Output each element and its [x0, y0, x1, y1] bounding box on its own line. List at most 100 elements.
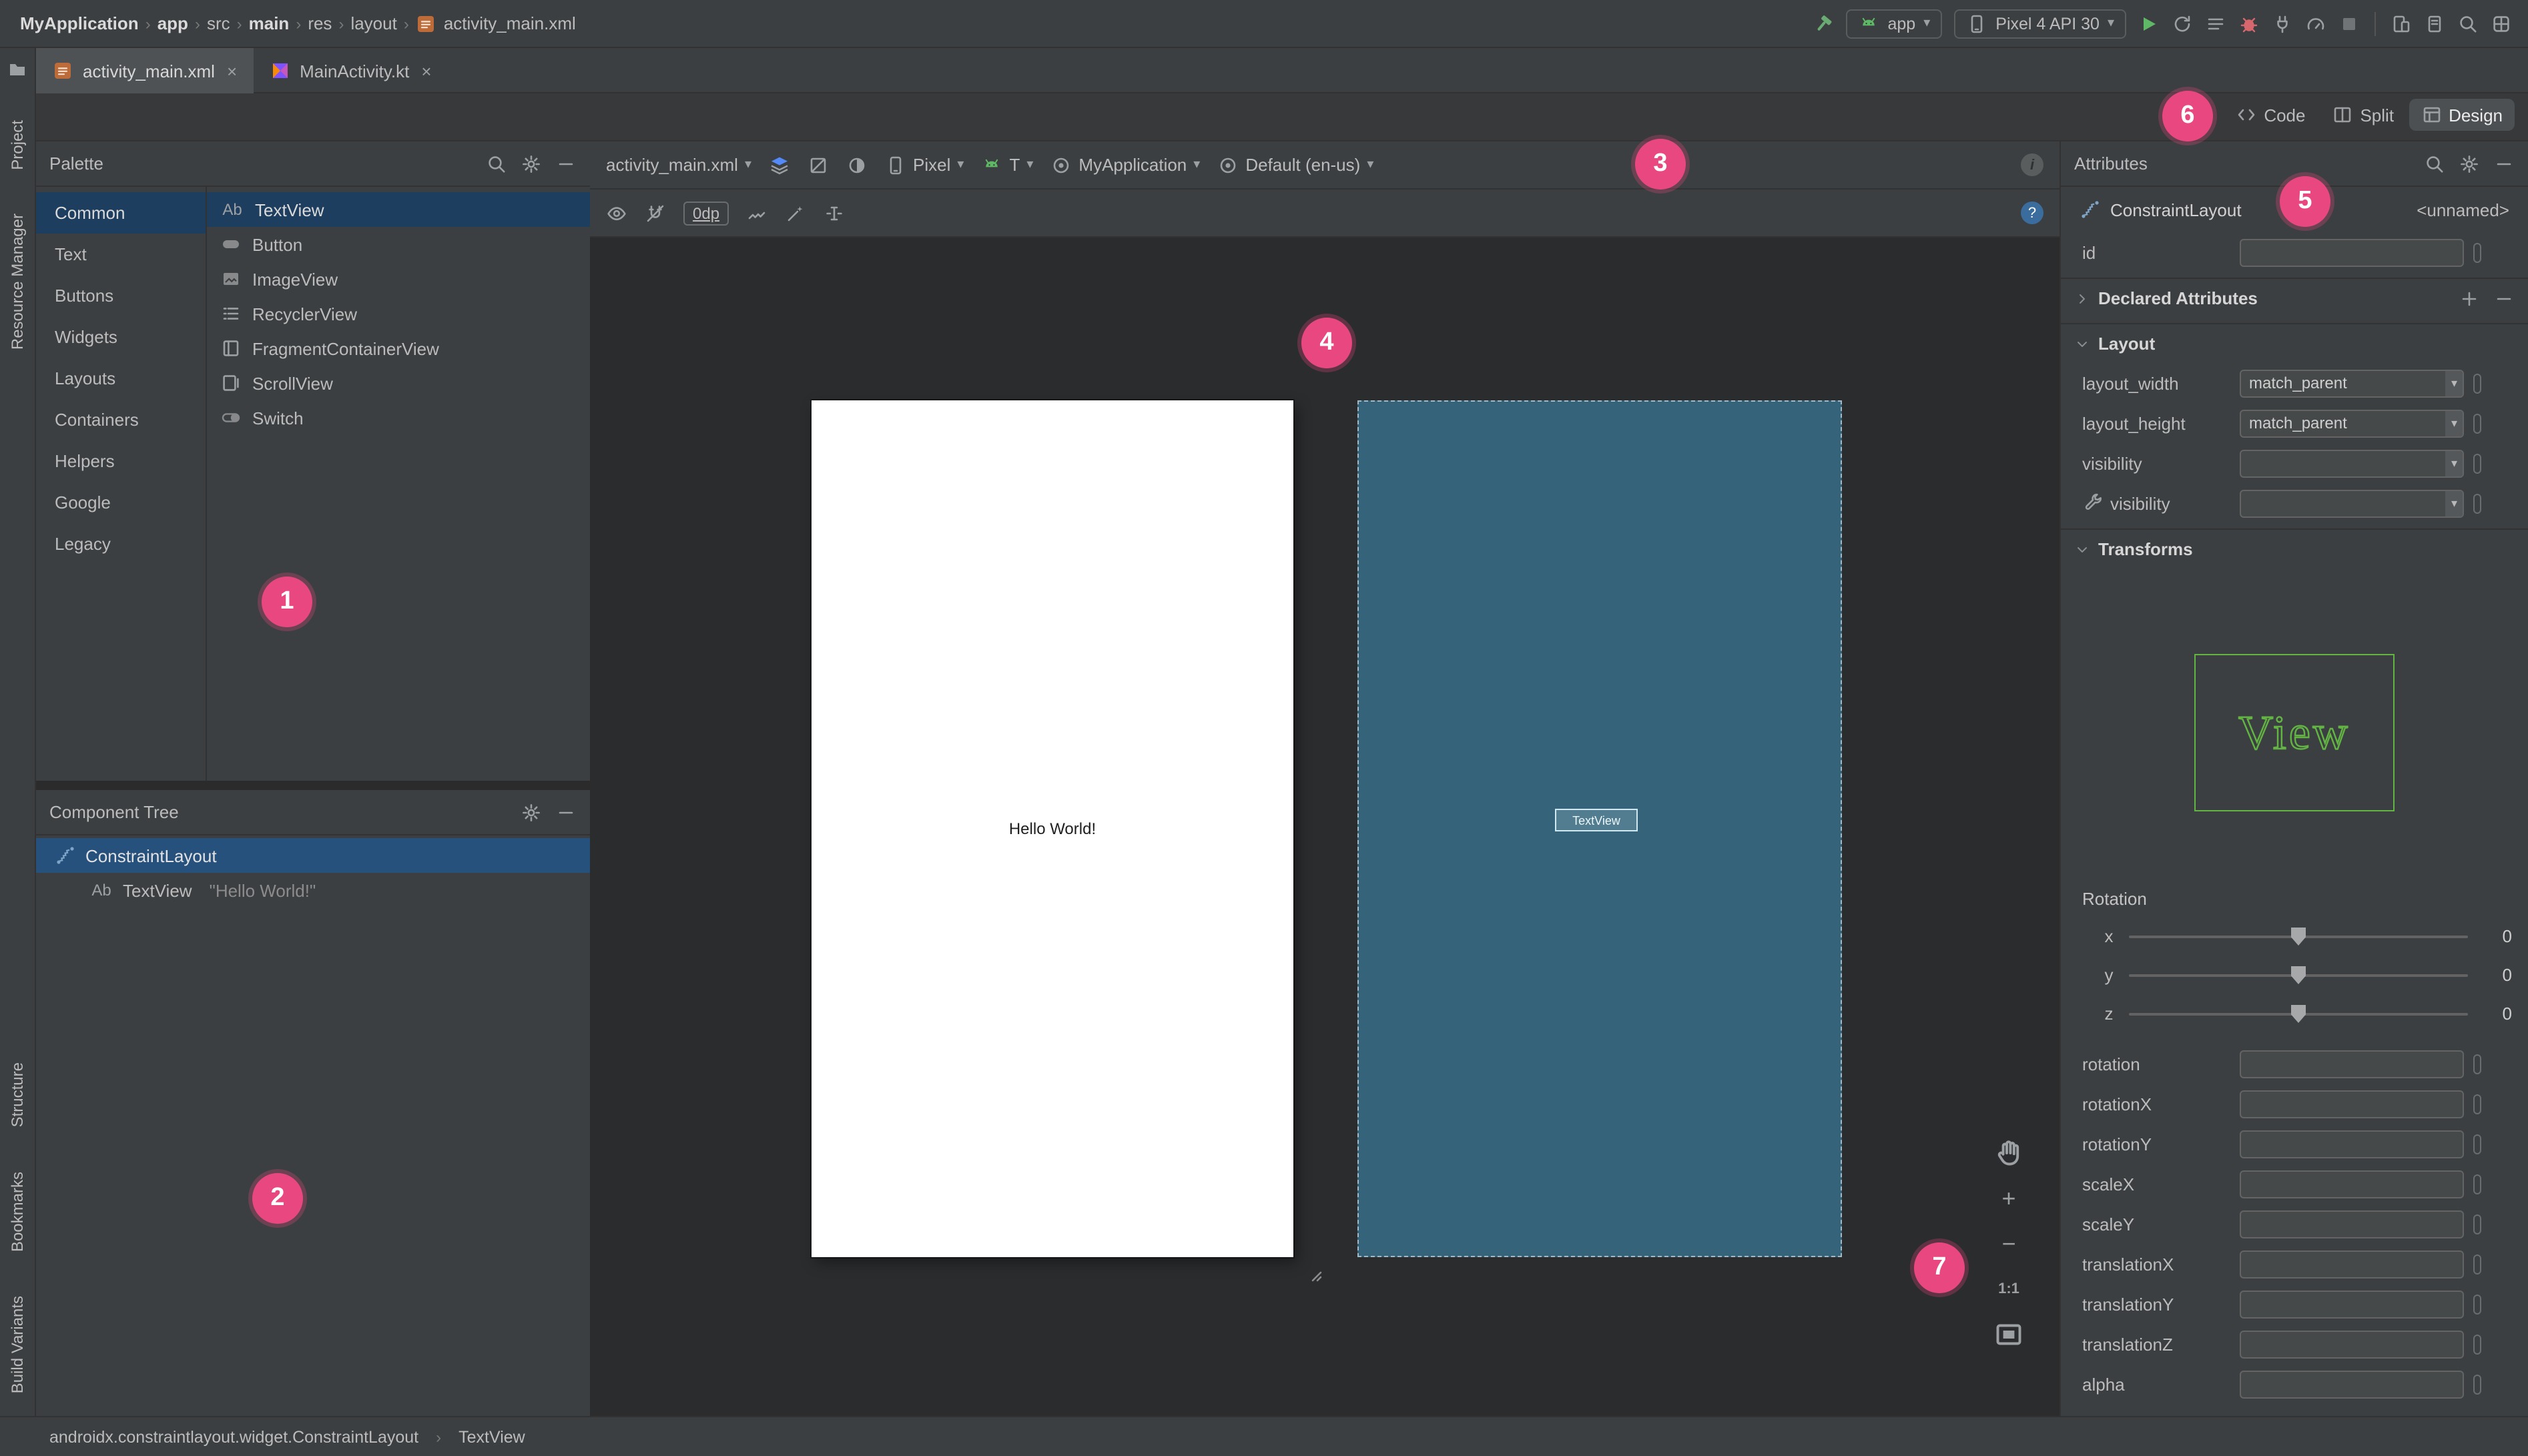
alpha-input[interactable] — [2240, 1370, 2464, 1398]
constraint-pill-icon[interactable] — [2473, 373, 2481, 393]
autoconnect-off-icon[interactable] — [645, 202, 666, 224]
build-hammer-icon[interactable] — [1813, 13, 1835, 34]
constraint-pill-icon[interactable] — [2473, 1174, 2481, 1194]
zoom-in-button[interactable]: + — [1993, 1182, 2025, 1214]
breadcrumb-item[interactable]: layout — [346, 13, 400, 33]
device-selector[interactable]: Pixel 4 API 30 ▾ — [1954, 9, 2126, 38]
attribute-value-dropdown[interactable]: match_parent ▾ — [2240, 409, 2464, 437]
status-breadcrumb-item[interactable]: TextView — [454, 1427, 529, 1446]
device-manager-button[interactable] — [2391, 13, 2412, 34]
design-surface-icon[interactable] — [769, 154, 790, 175]
night-mode-icon[interactable] — [846, 154, 868, 175]
palette-component-switch[interactable]: Switch — [207, 400, 590, 435]
mode-code[interactable]: Code — [2224, 99, 2317, 131]
palette-component-textview[interactable]: Ab TextView — [207, 192, 590, 227]
slider-track[interactable] — [2129, 966, 2468, 984]
add-attribute-icon[interactable] — [2459, 288, 2480, 309]
palette-component-recyclerview[interactable]: RecyclerView — [207, 296, 590, 331]
logcat-button[interactable] — [2424, 13, 2445, 34]
api-version-menu[interactable]: T ▾ — [981, 154, 1033, 175]
palette-category-google[interactable]: Google — [36, 482, 206, 523]
stop-button[interactable] — [2338, 13, 2360, 34]
palette-category-layouts[interactable]: Layouts — [36, 358, 206, 399]
pin-pill-icon[interactable] — [2473, 242, 2481, 262]
palette-category-widgets[interactable]: Widgets — [36, 316, 206, 358]
gear-icon[interactable] — [2459, 153, 2480, 174]
default-margins-button[interactable]: 0dp — [683, 201, 729, 225]
hide-panel-icon[interactable] — [555, 801, 577, 823]
breadcrumb-item[interactable]: MyApplication — [16, 13, 143, 33]
breadcrumb-item[interactable]: src — [203, 13, 234, 33]
constraint-pill-icon[interactable] — [2473, 1094, 2481, 1114]
pan-icon[interactable] — [1993, 1137, 2025, 1169]
issues-icon[interactable]: i — [2021, 153, 2043, 176]
breadcrumb-item[interactable]: res — [304, 13, 336, 33]
tool-window-button-structure[interactable]: Structure — [8, 1062, 27, 1131]
clear-constraints-icon[interactable] — [746, 202, 767, 224]
design-view-screen[interactable]: Hello World! — [812, 400, 1293, 1257]
file-selector[interactable]: activity_main.xml ▾ — [606, 155, 751, 175]
constraint-pill-icon[interactable] — [2473, 1214, 2481, 1234]
run-config-selector[interactable]: app ▾ — [1846, 9, 1943, 38]
palette-category-buttons[interactable]: Buttons — [36, 275, 206, 316]
design-canvas[interactable]: Hello World! TextView + − 1:1 — [590, 240, 2060, 1416]
slider-track[interactable] — [2129, 1004, 2468, 1023]
tool-window-button-project[interactable]: Project — [8, 120, 27, 174]
editor-tab[interactable]: MainActivity.kt × — [253, 48, 447, 93]
gear-icon[interactable] — [521, 801, 542, 823]
dropdown-caret-icon[interactable]: ▾ — [2445, 410, 2463, 436]
tool-window-button-resource-manager[interactable]: Resource Manager — [8, 214, 27, 354]
zoom-actual-button[interactable]: 1:1 — [1993, 1273, 2025, 1305]
transforms-section[interactable]: Transforms — [2061, 528, 2528, 569]
translationX-input[interactable] — [2240, 1250, 2464, 1278]
project-folder-icon[interactable] — [7, 59, 28, 80]
remove-attribute-icon[interactable] — [2493, 288, 2515, 309]
hello-world-text[interactable]: Hello World! — [812, 819, 1293, 838]
hide-panel-icon[interactable] — [555, 153, 577, 174]
attribute-value-dropdown[interactable]: match_parent ▾ — [2240, 369, 2464, 397]
search-icon[interactable] — [486, 153, 507, 174]
attribute-value-dropdown[interactable]: ▾ — [2240, 449, 2464, 477]
constraint-pill-icon[interactable] — [2473, 493, 2481, 513]
palette-component-imageview[interactable]: ImageView — [207, 262, 590, 296]
debug-button[interactable] — [2238, 13, 2260, 34]
dropdown-caret-icon[interactable]: ▾ — [2445, 370, 2463, 396]
profiler-button[interactable] — [2305, 13, 2326, 34]
close-tab-icon[interactable]: × — [421, 61, 431, 81]
help-icon[interactable]: ? — [2021, 202, 2043, 224]
tool-window-button-build-variants[interactable]: Build Variants — [8, 1296, 27, 1397]
dropdown-caret-icon[interactable]: ▾ — [2445, 490, 2463, 516]
slider-thumb[interactable] — [2291, 1004, 2306, 1023]
tool-window-button-bookmarks[interactable]: Bookmarks — [8, 1172, 27, 1256]
view-options-icon[interactable] — [606, 202, 627, 224]
breadcrumb-item[interactable]: activity_main.xml — [412, 13, 580, 34]
resize-handle[interactable] — [1303, 1262, 1324, 1284]
run-list-icon[interactable] — [2205, 13, 2226, 34]
hide-panel-icon[interactable] — [2493, 153, 2515, 174]
id-input[interactable] — [2240, 238, 2464, 266]
locale-menu[interactable]: Default (en-us) ▾ — [1217, 154, 1373, 175]
palette-component-button[interactable]: Button — [207, 227, 590, 262]
profile-button[interactable] — [2491, 13, 2512, 34]
constraint-pill-icon[interactable] — [2473, 1334, 2481, 1354]
rotation-input[interactable] — [2240, 1050, 2464, 1078]
apply-changes-button[interactable] — [2172, 13, 2193, 34]
translationZ-input[interactable] — [2240, 1330, 2464, 1358]
slider-track[interactable] — [2129, 927, 2468, 946]
zoom-out-button[interactable]: − — [1993, 1228, 2025, 1260]
translationY-input[interactable] — [2240, 1290, 2464, 1318]
breadcrumb-item[interactable]: app — [153, 13, 192, 33]
palette-category-legacy[interactable]: Legacy — [36, 523, 206, 565]
theme-menu[interactable]: MyApplication ▾ — [1050, 154, 1200, 175]
close-tab-icon[interactable]: × — [227, 61, 237, 81]
constraint-pill-icon[interactable] — [2473, 453, 2481, 473]
scaleX-input[interactable] — [2240, 1170, 2464, 1198]
tree-item-constraintlayout[interactable]: ConstraintLayout — [36, 838, 590, 873]
run-button[interactable] — [2138, 13, 2160, 34]
palette-category-common[interactable]: Common — [36, 192, 206, 234]
constraint-pill-icon[interactable] — [2473, 1374, 2481, 1394]
constraint-pill-icon[interactable] — [2473, 1134, 2481, 1154]
rotationY-input[interactable] — [2240, 1130, 2464, 1158]
gear-icon[interactable] — [521, 153, 542, 174]
mode-design[interactable]: Design — [2409, 99, 2515, 131]
